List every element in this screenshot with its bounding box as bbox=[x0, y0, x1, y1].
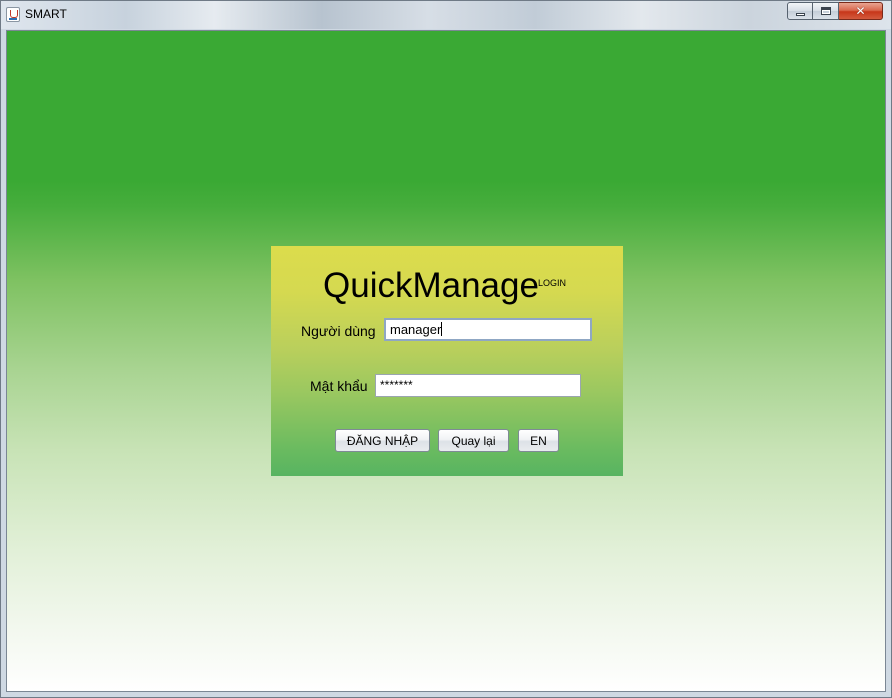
language-button[interactable]: EN bbox=[518, 429, 559, 452]
username-label: Người dùng bbox=[301, 323, 376, 339]
login-tag: LOGIN bbox=[538, 278, 567, 288]
minimize-button[interactable] bbox=[787, 2, 813, 20]
maximize-icon bbox=[820, 7, 831, 15]
username-value: manager bbox=[390, 322, 442, 337]
app-window: SMART ✕ QuickManage LOGIN Người dùng man… bbox=[0, 0, 892, 698]
close-button[interactable]: ✕ bbox=[839, 2, 883, 20]
minimize-icon bbox=[795, 13, 805, 16]
back-button[interactable]: Quay lại bbox=[438, 429, 509, 452]
window-title: SMART bbox=[25, 7, 67, 21]
password-value: ******* bbox=[380, 378, 413, 392]
login-panel: QuickManage LOGIN Người dùng manager Mật… bbox=[271, 246, 623, 476]
login-button[interactable]: ĐĂNG NHẬP bbox=[335, 429, 430, 452]
maximize-button[interactable] bbox=[813, 2, 839, 20]
close-icon: ✕ bbox=[855, 4, 866, 18]
app-name-heading: QuickManage bbox=[323, 266, 539, 305]
password-label: Mật khẩu bbox=[310, 378, 368, 394]
java-app-icon bbox=[6, 7, 20, 22]
title-bar[interactable]: SMART ✕ bbox=[1, 1, 891, 29]
password-input[interactable]: ******* bbox=[375, 374, 581, 397]
text-caret bbox=[441, 322, 443, 336]
username-input[interactable]: manager bbox=[384, 318, 592, 341]
main-content: QuickManage LOGIN Người dùng manager Mật… bbox=[6, 30, 886, 692]
window-controls: ✕ bbox=[787, 2, 883, 20]
